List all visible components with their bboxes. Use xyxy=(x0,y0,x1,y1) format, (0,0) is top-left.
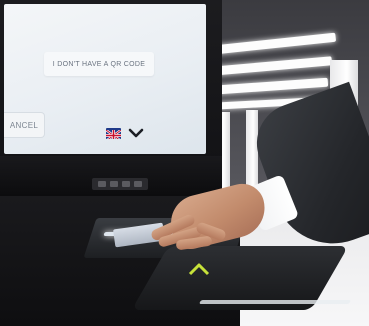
cancel-button[interactable]: ANCEL xyxy=(4,112,45,138)
sensor-light xyxy=(110,181,118,187)
sensor-light xyxy=(98,181,106,187)
no-qr-code-button[interactable]: I DON'T HAVE A QR CODE xyxy=(44,52,154,76)
reader-pad-edge xyxy=(198,300,352,304)
chevron-down-icon[interactable] xyxy=(128,126,144,138)
sensor-light xyxy=(134,181,142,187)
uk-flag-icon[interactable] xyxy=(106,128,121,139)
sensor-light xyxy=(122,181,130,187)
kiosk-screen: I DON'T HAVE A QR CODE ANCEL xyxy=(4,4,206,154)
chevron-up-arrow-icon xyxy=(188,262,210,276)
camera-sensor-bar xyxy=(92,178,148,190)
kiosk-bezel xyxy=(0,156,222,196)
photo-scene: I DON'T HAVE A QR CODE ANCEL xyxy=(0,0,369,326)
